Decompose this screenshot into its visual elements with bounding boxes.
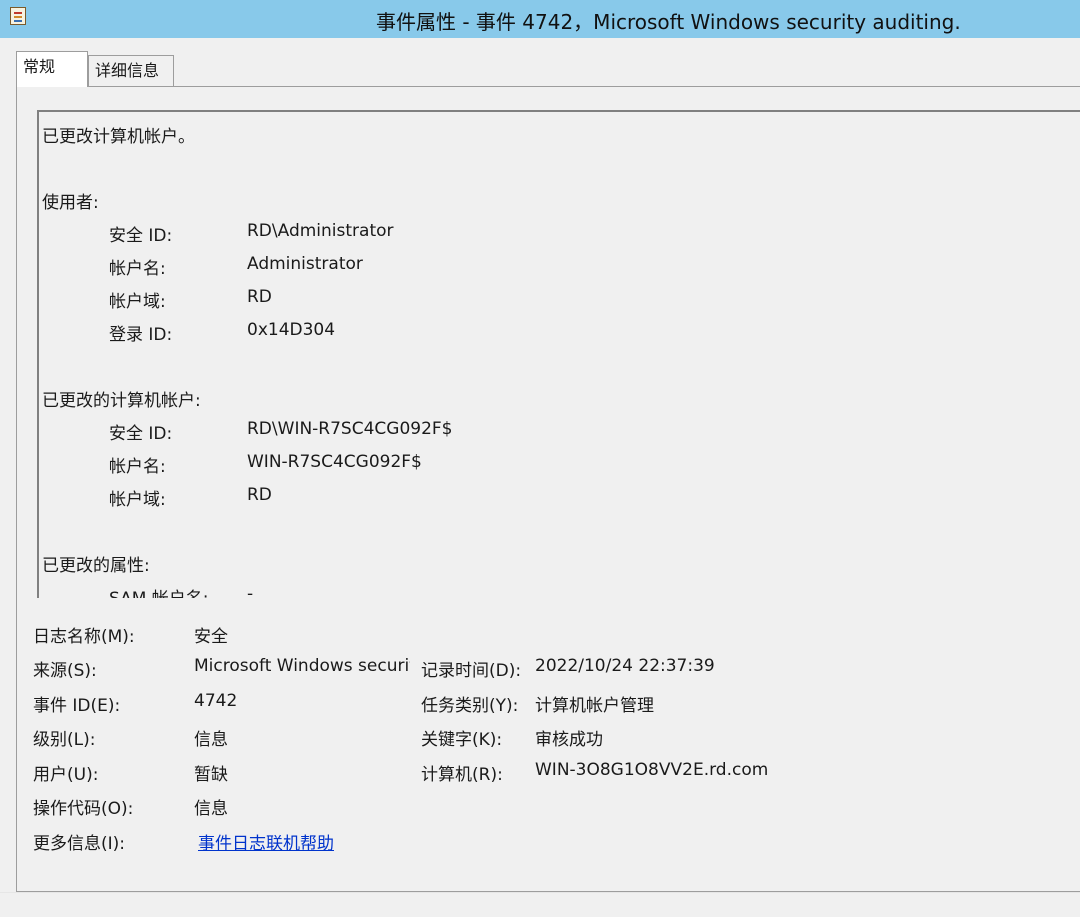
source-value: Microsoft Windows security auditing. bbox=[194, 656, 410, 676]
event-id-label: 事件 ID(E): bbox=[33, 696, 121, 716]
source-label: 来源(S): bbox=[33, 661, 97, 681]
subject-account-name-value: Administrator bbox=[247, 254, 363, 274]
subject-account-name-label: 帐户名: bbox=[109, 259, 166, 279]
subject-heading: 使用者: bbox=[42, 193, 99, 213]
user-label: 用户(U): bbox=[33, 765, 99, 785]
subject-account-domain-label: 帐户域: bbox=[109, 292, 166, 312]
changed-security-id-label: 安全 ID: bbox=[109, 424, 173, 444]
subject-security-id-value: RD\Administrator bbox=[247, 221, 394, 241]
sam-account-name-value: - bbox=[247, 584, 254, 598]
task-category-label: 任务类别(Y): bbox=[421, 696, 519, 716]
changed-account-name-value: WIN-R7SC4CG092F$ bbox=[247, 452, 422, 472]
user-value: 暂缺 bbox=[194, 765, 228, 785]
event-properties-icon bbox=[10, 7, 26, 25]
opcode-value: 信息 bbox=[194, 799, 228, 819]
divider bbox=[0, 892, 1080, 893]
subject-logon-id-label: 登录 ID: bbox=[109, 325, 173, 345]
task-category-value: 计算机帐户管理 bbox=[535, 696, 654, 716]
changed-account-domain-value: RD bbox=[247, 485, 272, 505]
title-bar: 事件属性 - 事件 4742，Microsoft Windows securit… bbox=[0, 0, 1080, 38]
more-info-label: 更多信息(I): bbox=[33, 834, 126, 854]
keywords-label: 关键字(K): bbox=[421, 730, 503, 750]
keywords-value: 审核成功 bbox=[535, 730, 603, 750]
computer-value: WIN-3O8G1O8VV2E.rd.com bbox=[535, 760, 769, 780]
changed-account-name-label: 帐户名: bbox=[109, 457, 166, 477]
changed-attributes-heading: 已更改的属性: bbox=[42, 556, 150, 576]
opcode-label: 操作代码(O): bbox=[33, 799, 134, 819]
event-description[interactable]: 已更改计算机帐户。 使用者: 安全 ID: RD\Administrator 帐… bbox=[37, 110, 1080, 598]
tab-details[interactable]: 详细信息 bbox=[88, 55, 174, 86]
description-heading: 已更改计算机帐户。 bbox=[42, 127, 195, 147]
log-name-label: 日志名称(M): bbox=[33, 627, 135, 647]
sam-account-name-label: SAM 帐户名: bbox=[109, 584, 209, 598]
level-value: 信息 bbox=[194, 730, 228, 750]
changed-account-domain-label: 帐户域: bbox=[109, 490, 166, 510]
computer-label: 计算机(R): bbox=[421, 765, 503, 785]
changed-account-heading: 已更改的计算机帐户: bbox=[42, 391, 201, 411]
level-label: 级别(L): bbox=[33, 730, 96, 750]
event-log-online-help-link[interactable]: 事件日志联机帮助 bbox=[198, 829, 334, 854]
logged-label: 记录时间(D): bbox=[421, 661, 522, 681]
subject-security-id-label: 安全 ID: bbox=[109, 226, 173, 246]
logged-value: 2022/10/24 22:37:39 bbox=[535, 656, 715, 676]
tab-general[interactable]: 常规 bbox=[16, 51, 88, 87]
window-title: 事件属性 - 事件 4742，Microsoft Windows securit… bbox=[376, 10, 961, 34]
changed-security-id-value: RD\WIN-R7SC4CG092F$ bbox=[247, 419, 453, 439]
subject-logon-id-value: 0x14D304 bbox=[247, 320, 336, 340]
log-name-value: 安全 bbox=[194, 627, 228, 647]
subject-account-domain-value: RD bbox=[247, 287, 272, 307]
event-id-value: 4742 bbox=[194, 691, 238, 711]
